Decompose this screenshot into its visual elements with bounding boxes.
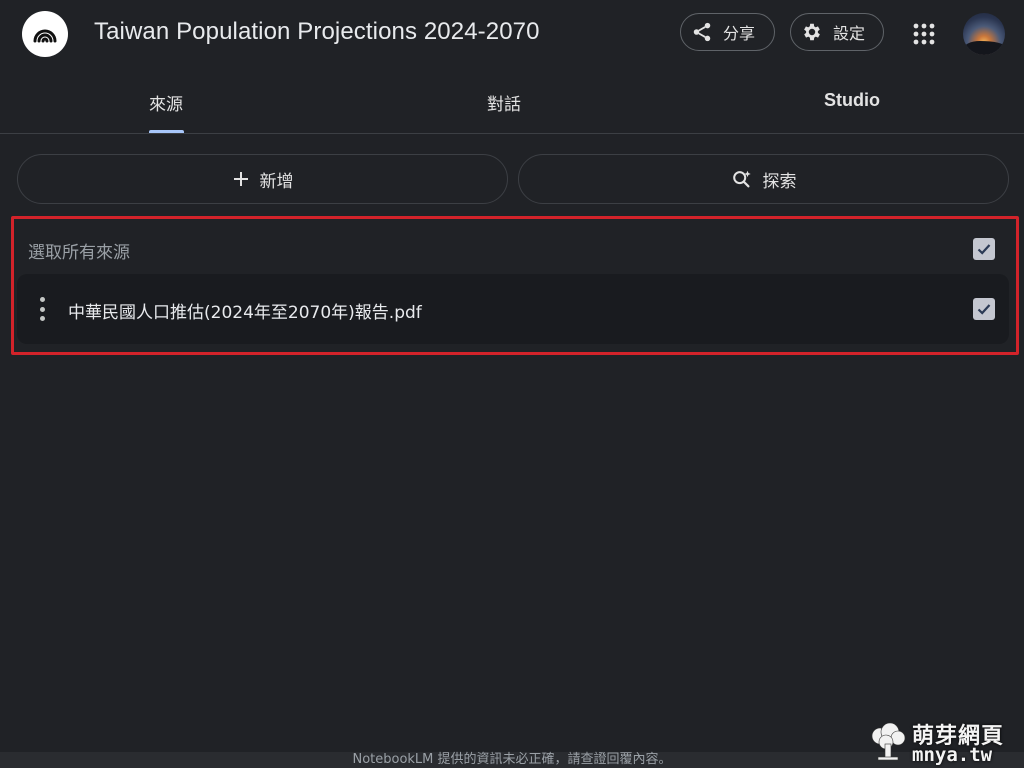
- share-button[interactable]: 分享: [680, 13, 775, 51]
- share-icon: [693, 22, 711, 42]
- tab-bar: 來源 對話 Studio: [0, 68, 1024, 134]
- share-label: 分享: [723, 24, 756, 43]
- plus-icon: [233, 172, 248, 186]
- avatar[interactable]: [963, 13, 1005, 55]
- watermark: 萌芽網頁 mnya.tw: [866, 716, 1024, 768]
- select-all-checkbox[interactable]: [973, 238, 995, 260]
- apps-grid-icon[interactable]: [910, 20, 938, 48]
- notebooklm-app: Taiwan Population Projections 2024-2070 …: [0, 0, 1024, 768]
- more-vert-icon[interactable]: [36, 297, 48, 321]
- add-source-label: 新增: [259, 171, 294, 192]
- discover-sources-label: 探索: [762, 171, 797, 192]
- notebooklm-logo-icon[interactable]: [22, 11, 68, 57]
- source-title[interactable]: 中華民國人口推估(2024年至2070年)報告.pdf: [68, 298, 422, 323]
- notebook-title[interactable]: Taiwan Population Projections 2024-2070: [94, 18, 540, 46]
- source-checkbox[interactable]: [973, 298, 995, 320]
- gear-icon: [804, 23, 820, 41]
- settings-button[interactable]: 設定: [790, 13, 884, 51]
- add-source-button[interactable]: 新增: [17, 154, 508, 204]
- top-header: Taiwan Population Projections 2024-2070 …: [0, 0, 1024, 68]
- tab-chat[interactable]: 對話: [487, 90, 521, 115]
- tree-logo-icon: [871, 722, 906, 761]
- discover-sources-button[interactable]: 探索: [518, 154, 1009, 204]
- select-all-sources-label: 選取所有來源: [28, 243, 130, 263]
- tab-sources[interactable]: 來源: [149, 90, 183, 115]
- settings-label: 設定: [833, 24, 866, 43]
- active-tab-indicator: [149, 130, 184, 133]
- check-icon: [977, 244, 991, 255]
- watermark-en: mnya.tw: [912, 744, 993, 766]
- check-icon: [977, 304, 991, 315]
- discover-search-icon: [732, 170, 751, 188]
- tab-studio[interactable]: Studio: [824, 90, 880, 111]
